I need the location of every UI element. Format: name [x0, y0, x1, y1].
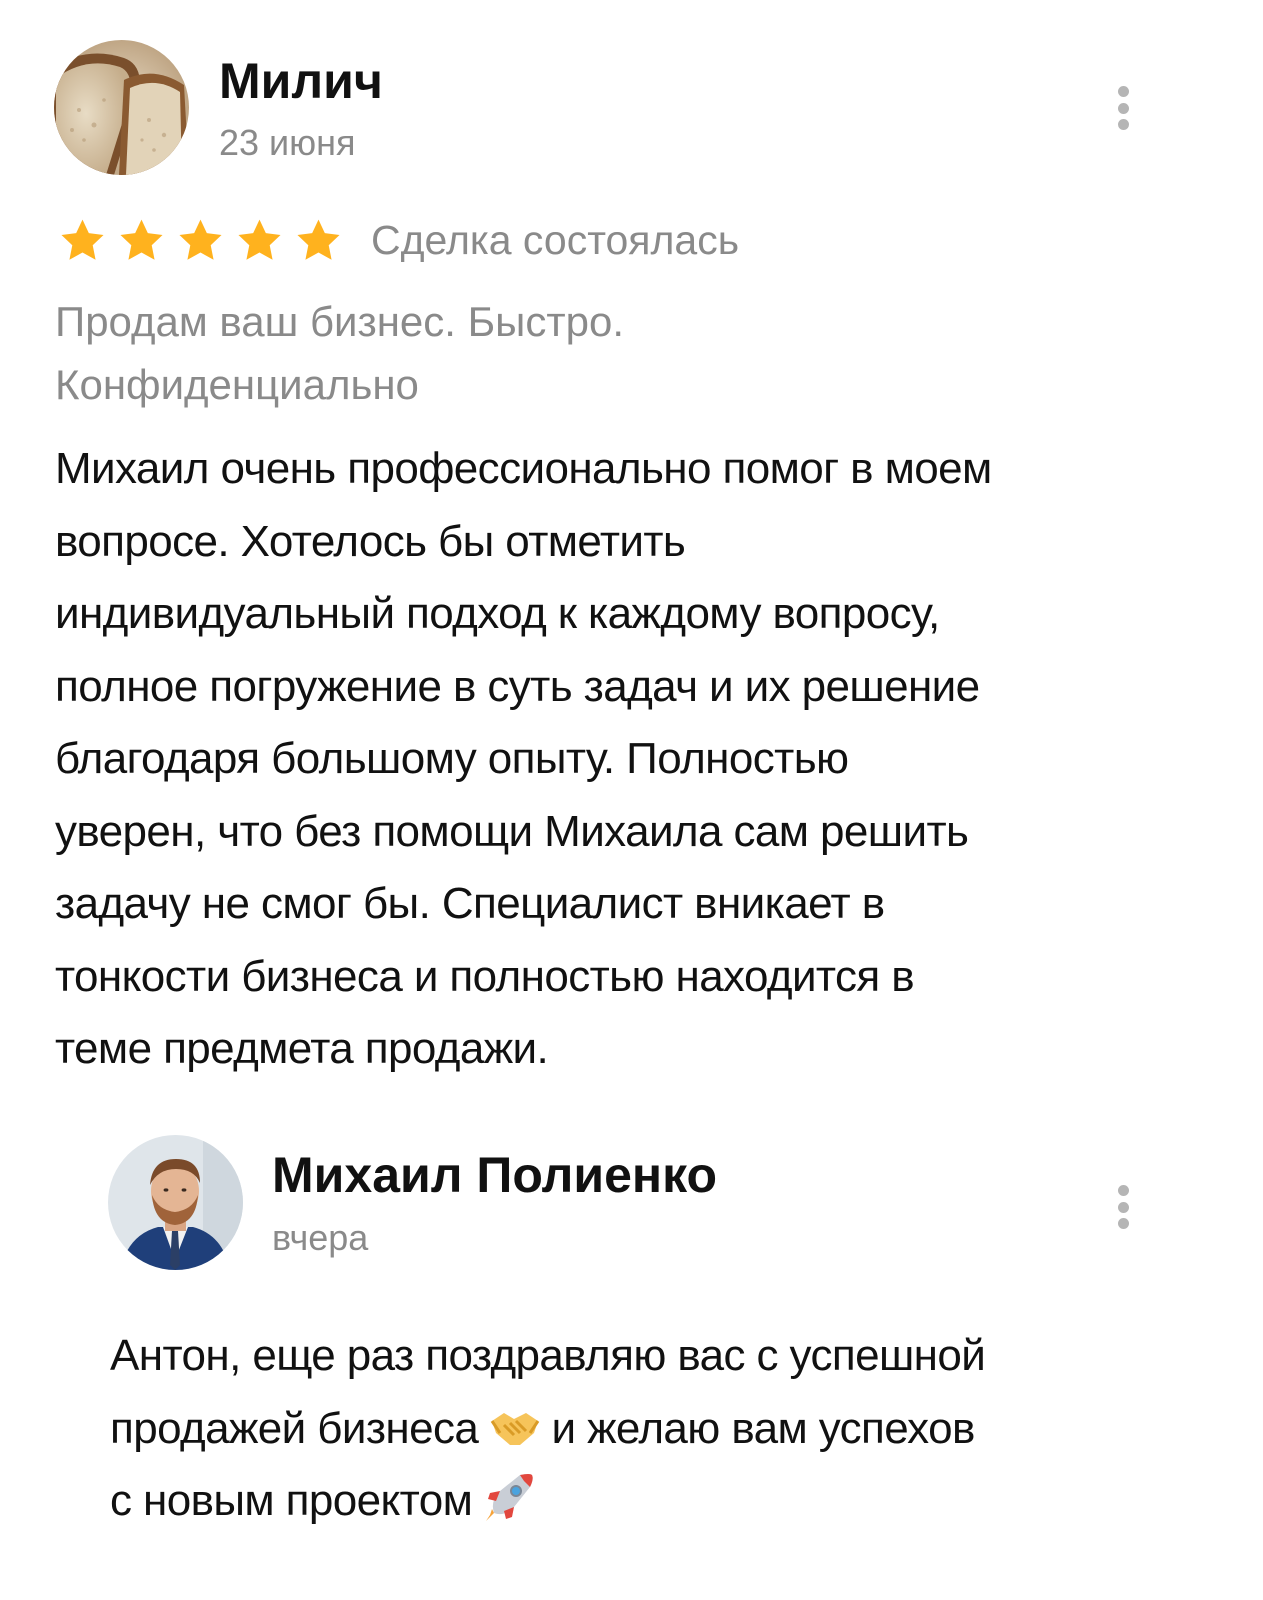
more-dot-icon	[1117, 1218, 1129, 1229]
review-card: Милич 23 июня Сделка состоялась Продам в…	[0, 0, 1263, 1120]
review-text-line: уверен, что без помощи Михаила сам решит…	[55, 806, 969, 856]
reply-text-fragment: и желаю вам успехов	[551, 1403, 976, 1453]
review-date: 23 июня	[219, 122, 356, 163]
deal-status: Сделка состоялась	[371, 216, 740, 263]
reply-text-line: продажей бизнеса и желаю вам успехов	[110, 1393, 1210, 1466]
rocket-emoji-icon	[485, 1474, 533, 1521]
reply-text-line: с новым проектом	[110, 1465, 1210, 1538]
review-text-line: задачу не смог бы. Специалист вникает в	[55, 879, 885, 928]
review-more-options-button[interactable]	[1108, 78, 1138, 138]
star-icon	[238, 219, 281, 260]
reply-date: вчера	[272, 1217, 369, 1258]
review-text-line: тонкости бизнеса и полностью находится в	[55, 951, 915, 1001]
review-text-line: полное погружение в суть задач и их реше…	[55, 661, 980, 711]
more-dot-icon	[1117, 1185, 1129, 1196]
more-dot-icon	[1117, 86, 1129, 97]
review-text-line: индивидуальный подход к каждому вопросу,	[55, 589, 940, 638]
more-dot-icon	[1117, 119, 1129, 130]
review-text-line: теме предмета продажи.	[55, 1024, 549, 1073]
reviewer-avatar[interactable]	[54, 40, 189, 175]
seller-reply: Михаил Полиенко вчера Антон, еще раз поз…	[0, 1120, 1263, 1600]
handshake-emoji-icon	[490, 1412, 540, 1445]
bread-avatar-icon	[54, 40, 189, 175]
person-photo-avatar-icon	[108, 1135, 243, 1270]
review-text: Михаил очень профессионально помог в мое…	[55, 433, 1205, 1086]
replier-name[interactable]: Михаил Полиенко	[272, 1146, 717, 1204]
reply-more-options-button[interactable]	[1108, 1177, 1138, 1237]
more-dot-icon	[1117, 1201, 1129, 1213]
review-text-line: Михаил очень профессионально помог в мое…	[55, 444, 992, 493]
reply-text: Антон, еще раз поздравляю вас с успешной…	[110, 1320, 1210, 1538]
star-icon	[297, 219, 340, 260]
ad-title-line: Конфиденциально	[55, 361, 419, 408]
replier-avatar[interactable]	[108, 1135, 243, 1270]
rating-stars	[58, 216, 343, 265]
more-dot-icon	[1117, 102, 1129, 114]
review-text-line: вопросе. Хотелось бы отметить	[55, 516, 686, 566]
star-icon	[179, 219, 222, 260]
star-icon	[61, 219, 104, 260]
review-text-line: благодаря большому опыту. Полностью	[55, 734, 849, 783]
reply-text-fragment: с новым проектом	[110, 1476, 473, 1525]
star-icon	[120, 219, 163, 260]
reply-text-line: Антон, еще раз поздравляю вас с успешной	[110, 1331, 986, 1380]
reply-text-fragment: продажей бизнеса	[110, 1403, 479, 1453]
reviewer-name[interactable]: Милич	[219, 52, 383, 110]
ad-title[interactable]: Продам ваш бизнес. Быстро. Конфиденциаль…	[55, 290, 1055, 416]
ad-title-line: Продам ваш бизнес. Быстро.	[55, 298, 624, 345]
rating-row: Сделка состоялась	[58, 212, 739, 268]
